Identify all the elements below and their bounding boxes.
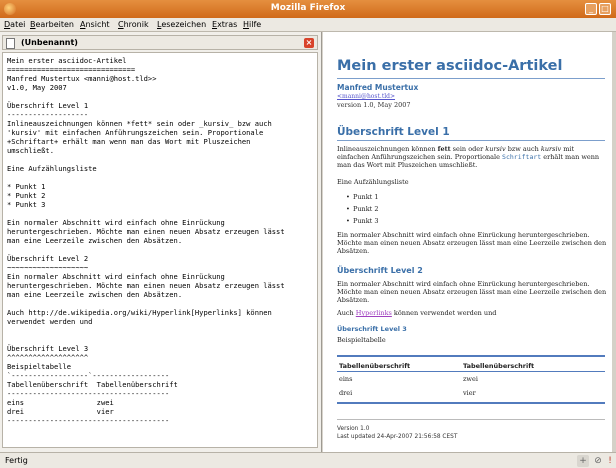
author-email-link[interactable]: <manni@host.tld> <box>337 93 607 100</box>
p1-text-a: Inlineauszeichnungen können <box>337 145 438 153</box>
table-cell: drei <box>339 389 353 397</box>
heading-level-3: Überschrift Level 3 <box>337 325 407 333</box>
status-text: Fertig <box>5 456 28 465</box>
editor-header: (Unbenannt) × <box>2 35 318 50</box>
list-item: Punkt 1 <box>346 193 378 201</box>
table-header-cell: Tabellenüberschrift <box>463 362 535 370</box>
minimize-icon[interactable]: _ <box>585 3 597 15</box>
stop-icon[interactable]: ⊘ <box>592 455 604 467</box>
article-title: Mein erster asciidoc-Artikel <box>337 58 563 74</box>
p1-italic-2: kursiv <box>540 145 562 153</box>
menubar: Datei Bearbeiten Ansicht Chronik Lesezei… <box>0 18 616 32</box>
heading-level-2: Überschrift Level 2 <box>337 266 423 275</box>
table-bottom-border <box>337 402 605 404</box>
menu-bearbeiten[interactable]: Bearbeiten <box>30 20 74 29</box>
menu-lesezeichen[interactable]: Lesezeichen <box>157 20 206 29</box>
footer-divider <box>337 419 605 420</box>
paragraph-normal-1: Ein normaler Abschnitt wird einfach ohne… <box>337 231 607 255</box>
menu-hilfe[interactable]: Hilfe <box>243 20 261 29</box>
window-title: Mozilla Firefox <box>270 3 346 13</box>
table-cell: zwei <box>463 375 478 383</box>
heading-level-1: Überschrift Level 1 <box>337 126 450 138</box>
p1-text-b: sein oder <box>450 145 486 153</box>
table-header-cell: Tabellenüberschrift <box>339 362 411 370</box>
table-top-border <box>337 355 605 357</box>
hyperlink[interactable]: Hyperlinks <box>356 309 392 317</box>
version-line: version 1.0, May 2007 <box>337 101 411 109</box>
footer-updated: Last updated 24-Apr-2007 21:56:58 CEST <box>337 434 458 440</box>
document-icon <box>6 38 15 49</box>
table-cell: eins <box>339 375 353 383</box>
author-name: Manfred Mustertux <box>337 83 419 92</box>
paragraph-normal-2: Ein normaler Abschnitt wird einfach ohne… <box>337 280 607 304</box>
table-cell: vier <box>463 389 476 397</box>
source-text[interactable]: Mein erster asciidoc-Artikel ===========… <box>3 53 317 425</box>
p1-monospace: Schriftart <box>502 153 542 161</box>
footer-version: Version 1.0 <box>337 426 370 432</box>
list-item: Punkt 2 <box>346 205 378 213</box>
table-header-border <box>337 371 605 372</box>
editor-sidebar: (Unbenannt) × Mein erster asciidoc-Artik… <box>0 32 322 452</box>
document-title: (Unbenannt) <box>21 38 78 47</box>
table-caption: Beispieltabelle <box>337 336 386 344</box>
paragraph-hyperlinks: Auch Hyperlinks können verwendet werden … <box>337 309 607 317</box>
list-intro: Eine Aufzählungsliste <box>337 178 409 186</box>
menu-datei[interactable]: Datei <box>4 20 25 29</box>
title-divider <box>337 78 605 79</box>
menu-ansicht[interactable]: Ansicht <box>80 20 110 29</box>
p1-bold: fett <box>437 145 451 153</box>
p4-text-a: Auch <box>337 309 356 317</box>
source-editor[interactable]: Mein erster asciidoc-Artikel ===========… <box>2 52 318 448</box>
window-titlebar: Mozilla Firefox _ □ <box>0 0 616 18</box>
add-icon[interactable]: + <box>577 455 589 467</box>
rendered-preview: Mein erster asciidoc-Artikel Manfred Mus… <box>323 32 616 452</box>
alert-icon: ! <box>608 456 612 466</box>
p4-text-b: können verwendet werden und <box>391 309 497 317</box>
heading-divider <box>337 140 605 141</box>
p1-italic-1: kursiv <box>485 145 506 153</box>
close-icon[interactable]: × <box>304 38 314 48</box>
menu-extras[interactable]: Extras <box>212 20 237 29</box>
maximize-icon[interactable]: □ <box>599 3 611 15</box>
list-item: Punkt 3 <box>346 217 378 225</box>
menu-chronik[interactable]: Chronik <box>118 20 149 29</box>
vertical-scrollbar[interactable] <box>612 32 616 452</box>
paragraph-inline-markup: Inlineauszeichnungen können fett sein od… <box>337 145 607 169</box>
p1-text-c: bzw auch <box>505 145 541 153</box>
status-bar: Fertig + ⊘ ! <box>0 452 616 468</box>
